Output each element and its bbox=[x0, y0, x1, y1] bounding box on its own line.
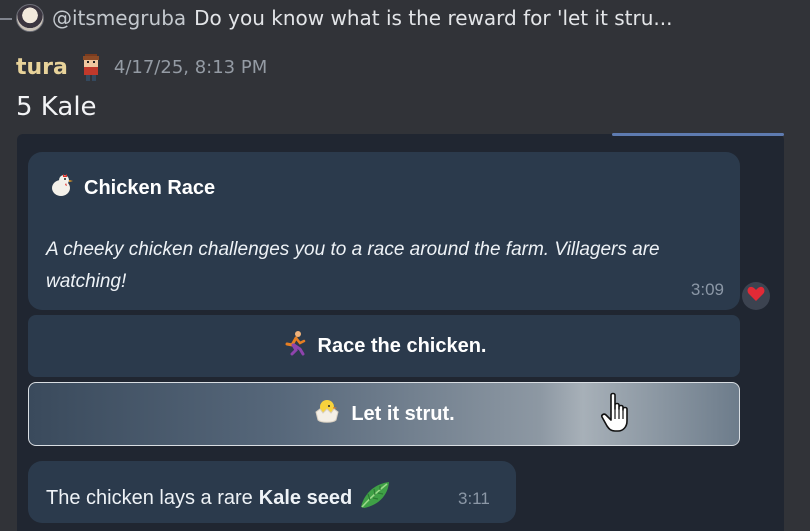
message-header: tura 4/17/25, 8:13 PM bbox=[16, 50, 267, 84]
embed-title: Chicken Race bbox=[84, 176, 216, 199]
game-message-bubble: Chicken Race A cheeky chicken challenges… bbox=[28, 152, 740, 310]
reply-handle[interactable]: @itsmegruba bbox=[52, 6, 186, 30]
heart-icon bbox=[747, 286, 765, 306]
result-message-bubble: The chicken lays a rare Kale seed 3:11 bbox=[28, 461, 516, 523]
message-timestamp[interactable]: 4/17/25, 8:13 PM bbox=[114, 57, 267, 78]
embed-description: A cheeky chicken challenges you to a rac… bbox=[46, 239, 660, 292]
reply-reference[interactable]: @itsmegruba Do you know what is the rewa… bbox=[16, 2, 806, 34]
author-role-icon bbox=[78, 52, 104, 82]
kale-leaf-icon bbox=[358, 480, 392, 516]
reaction-heart[interactable] bbox=[742, 282, 770, 310]
embed-time: 3:09 bbox=[690, 280, 724, 299]
embed-title-row: Chicken Race bbox=[48, 172, 215, 204]
strut-button-label: Let it strut. bbox=[351, 402, 455, 425]
message-text: 5 Kale bbox=[16, 92, 97, 122]
race-the-chicken-button[interactable]: Race the chicken. bbox=[28, 315, 740, 377]
reply-avatar[interactable] bbox=[16, 4, 44, 32]
result-text: The chicken lays a rare bbox=[46, 486, 253, 509]
result-text-row: The chicken lays a rare Kale seed bbox=[46, 480, 392, 516]
reply-preview[interactable]: Do you know what is the reward for 'let … bbox=[194, 6, 672, 30]
result-time: 3:11 bbox=[458, 489, 490, 508]
reply-spine bbox=[0, 18, 12, 20]
running-person-icon bbox=[282, 330, 308, 362]
hand-pointer-cursor-icon bbox=[600, 392, 634, 434]
author-name[interactable]: tura bbox=[16, 55, 68, 80]
result-item-name: Kale seed bbox=[258, 486, 353, 509]
hatching-chick-icon bbox=[313, 398, 341, 430]
chicken-icon bbox=[48, 172, 74, 204]
embed-accent-bar bbox=[612, 133, 784, 136]
race-button-label: Race the chicken. bbox=[317, 334, 487, 357]
